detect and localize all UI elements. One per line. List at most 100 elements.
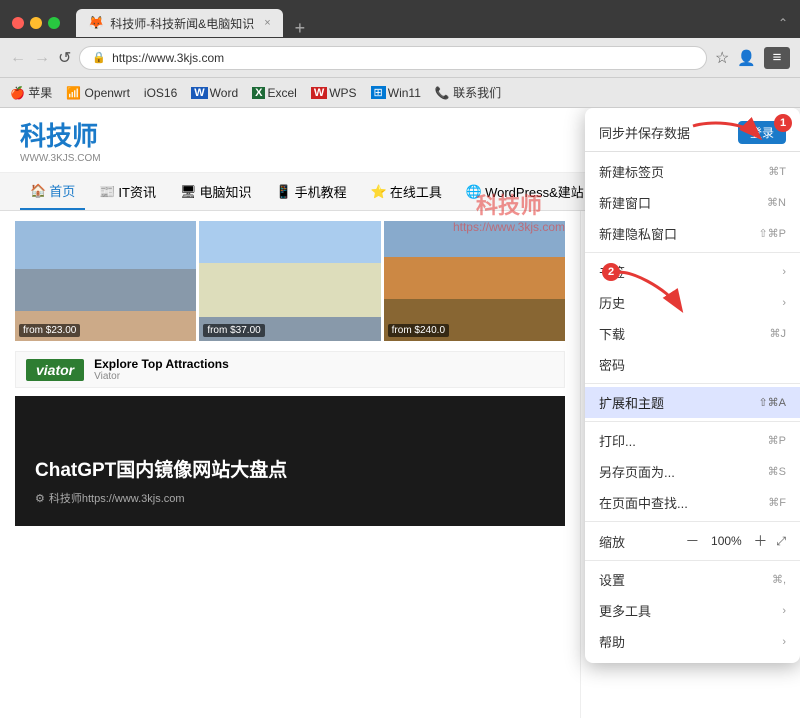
traffic-light-yellow[interactable] <box>30 17 42 29</box>
dropdown-arrow-help: › <box>782 636 786 648</box>
dropdown-shortcut-extensions: ⇧⌘A <box>758 396 786 409</box>
dropdown-shortcut-private: ⇧⌘P <box>758 227 786 240</box>
bookmark-contact[interactable]: 📞 联系我们 <box>435 84 501 101</box>
dropdown-shortcut-print: ⌘P <box>768 434 786 447</box>
nav-item-wordpress[interactable]: 🌐 WordPress&建站 <box>456 173 594 210</box>
dropdown-label-print: 打印... <box>599 431 768 450</box>
price-tag-2: from $37.00 <box>203 324 264 337</box>
dropdown-shortcut-newwin: ⌘N <box>767 196 786 209</box>
dropdown-shortcut-downloads: ⌘J <box>770 327 787 340</box>
account-icon[interactable]: 👤 <box>737 49 756 67</box>
price-tag-1: from $23.00 <box>19 324 80 337</box>
dropdown-item-private[interactable]: 新建隐私窗口 ⇧⌘P <box>585 218 800 249</box>
tab-favicon: 🦊 <box>88 15 104 31</box>
dropdown-item-print[interactable]: 打印... ⌘P <box>585 425 800 456</box>
content-left: from $23.00 from $37.00 from $240.0 viat… <box>0 211 580 718</box>
gear-icon: ⚙ <box>35 492 45 505</box>
nav-bar: ← → ↺ 🔒 https://www.3kjs.com ☆ 👤 ≡ <box>0 38 800 78</box>
divider-4 <box>585 521 800 522</box>
viator-ad[interactable]: viator Explore Top Attractions Viator <box>15 351 565 388</box>
big-article[interactable]: ChatGPT国内镜像网站大盘点 ⚙ 科技师https://www.3kjs.c… <box>15 396 565 526</box>
lock-icon: 🔒 <box>92 51 106 64</box>
dropdown-item-help[interactable]: 帮助 › <box>585 626 800 657</box>
bookmark-star-icon[interactable]: ☆ <box>715 48 729 68</box>
dropdown-label-passwords: 密码 <box>599 355 786 374</box>
dropdown-label-saveas: 另存页面为... <box>599 462 768 481</box>
dropdown-item-passwords[interactable]: 密码 <box>585 349 800 380</box>
nav-item-it[interactable]: 📰 IT资讯 <box>89 173 166 210</box>
page-content: 科技师 WWW.3KJS.COM 🏠 首页 📰 IT资讯 🖥 电脑知识 📱 手机… <box>0 108 800 718</box>
dropdown-item-extensions[interactable]: 扩展和主题 ⇧⌘A <box>585 387 800 418</box>
dropdown-shortcut-newtab: ⌘T <box>768 165 786 178</box>
site-logo: 科技师 WWW.3KJS.COM <box>20 116 101 164</box>
browser-tab[interactable]: 🦊 科技师-科技新闻&电脑知识 × <box>76 9 283 37</box>
nav-item-tools[interactable]: ⭐ 在线工具 <box>361 173 452 210</box>
bookmark-excel[interactable]: X Excel <box>252 86 297 100</box>
title-bar: 🦊 科技师-科技新闻&电脑知识 × + ⌃ <box>0 0 800 38</box>
new-tab-btn[interactable]: + <box>287 19 314 37</box>
dropdown-label-extensions: 扩展和主题 <box>599 393 758 412</box>
bookmark-word[interactable]: W Word <box>191 86 238 100</box>
dropdown-item-settings[interactable]: 设置 ⌘, <box>585 564 800 595</box>
logo-text: 科技师 <box>20 116 101 153</box>
nav-item-mobile[interactable]: 📱 手机教程 <box>265 173 356 210</box>
bookmark-apple[interactable]: 🍎 苹果 <box>10 84 52 101</box>
zoom-minus-btn[interactable]: － <box>682 531 702 551</box>
menu-button[interactable]: ≡ <box>764 47 790 69</box>
image-card-1: from $23.00 <box>15 221 196 341</box>
dropdown-label-help: 帮助 <box>599 632 782 651</box>
bookmark-wps[interactable]: W WPS <box>311 86 357 100</box>
article-url: ⚙ 科技师https://www.3kjs.com <box>35 490 545 506</box>
dropdown-shortcut-saveas: ⌘S <box>768 465 786 478</box>
window-controls: ⌃ <box>778 16 788 30</box>
dropdown-item-find[interactable]: 在页面中查找... ⌘F <box>585 487 800 518</box>
zoom-fullscreen-btn[interactable]: ⤢ <box>776 534 786 549</box>
nav-item-home[interactable]: 🏠 首页 <box>20 173 85 210</box>
dropdown-label-private: 新建隐私窗口 <box>599 224 758 243</box>
divider-5 <box>585 560 800 561</box>
bookmark-win11[interactable]: ⊞ Win11 <box>371 86 421 100</box>
bookmark-ios16[interactable]: iOS16 <box>144 86 177 100</box>
price-tag-3: from $240.0 <box>388 324 449 337</box>
tab-close-btn[interactable]: × <box>264 17 270 29</box>
traffic-light-red[interactable] <box>12 17 24 29</box>
dropdown-label-newwin: 新建窗口 <box>599 193 767 212</box>
bookmark-openwrt[interactable]: 📶 Openwrt <box>66 86 130 100</box>
traffic-light-green[interactable] <box>48 17 60 29</box>
dropdown-label-settings: 设置 <box>599 570 772 589</box>
traffic-lights <box>12 17 60 29</box>
article-title: ChatGPT国内镜像网站大盘点 <box>35 455 545 482</box>
dropdown-arrow-moretools: › <box>782 605 786 617</box>
dropdown-shortcut-settings: ⌘, <box>772 573 786 586</box>
refresh-btn[interactable]: ↺ <box>58 48 71 68</box>
zoom-value: 100% <box>708 534 744 548</box>
nav-item-pc[interactable]: 🖥 电脑知识 <box>170 173 262 210</box>
bookmarks-bar: 🍎 苹果 📶 Openwrt iOS16 W Word X Excel W WP… <box>0 78 800 108</box>
browser-chrome: 🦊 科技师-科技新闻&电脑知识 × + ⌃ ← → ↺ 🔒 https://ww… <box>0 0 800 108</box>
viator-title: Explore Top Attractions <box>94 357 229 371</box>
address-text: https://www.3kjs.com <box>112 51 224 65</box>
tab-title: 科技师-科技新闻&电脑知识 <box>110 15 254 32</box>
dropdown-menu: 同步并保存数据 登录 新建标签页 ⌘T 新建窗口 ⌘N 新建隐私窗口 ⇧⌘P 书… <box>585 108 800 663</box>
back-btn[interactable]: ← <box>10 49 26 67</box>
address-bar[interactable]: 🔒 https://www.3kjs.com <box>79 46 707 70</box>
logo-url: WWW.3KJS.COM <box>20 153 101 164</box>
dropdown-arrow-bookmarks: › <box>782 266 786 278</box>
dropdown-item-moretools[interactable]: 更多工具 › <box>585 595 800 626</box>
dropdown-label-moretools: 更多工具 <box>599 601 782 620</box>
image-card-2: from $37.00 <box>199 221 380 341</box>
arrow-1 <box>688 116 768 161</box>
image-card-3: from $240.0 <box>384 221 565 341</box>
dropdown-shortcut-find: ⌘F <box>768 496 786 509</box>
dropdown-arrow-history: › <box>782 297 786 309</box>
dropdown-item-saveas[interactable]: 另存页面为... ⌘S <box>585 456 800 487</box>
images-row: from $23.00 from $37.00 from $240.0 <box>0 211 580 351</box>
zoom-plus-btn[interactable]: ＋ <box>750 531 770 551</box>
dropdown-item-zoom[interactable]: 缩放 － 100% ＋ ⤢ <box>585 525 800 557</box>
dropdown-label-newtab: 新建标签页 <box>599 162 768 181</box>
dropdown-item-newwin[interactable]: 新建窗口 ⌘N <box>585 187 800 218</box>
divider-2 <box>585 383 800 384</box>
viator-logo: viator <box>26 359 84 381</box>
forward-btn[interactable]: → <box>34 49 50 67</box>
num-badge-2: 2 <box>602 263 620 281</box>
